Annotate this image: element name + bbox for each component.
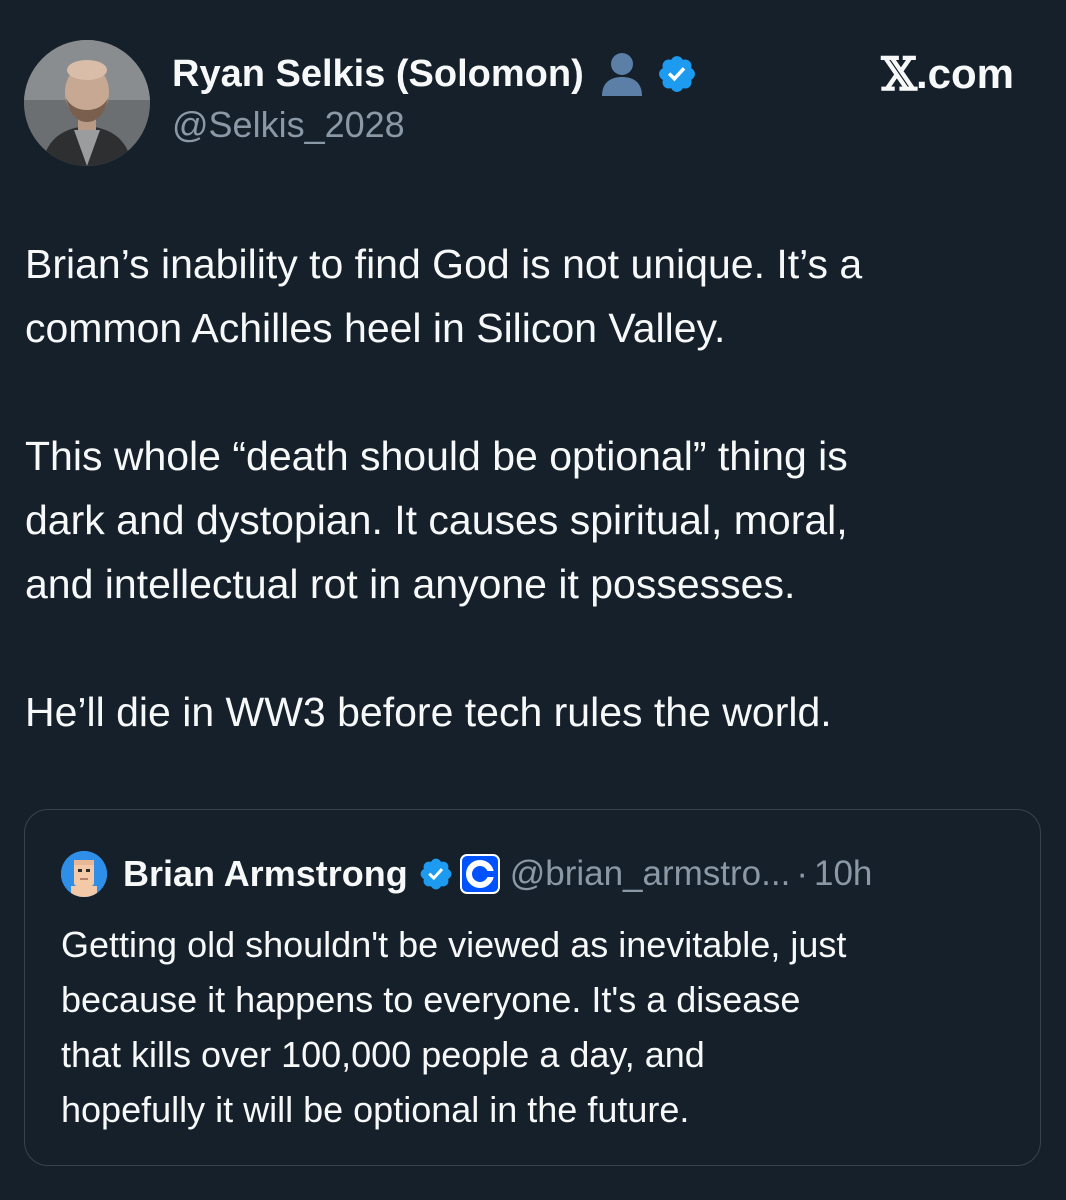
tweet-paragraph: He’ll die in WW3 before tech rules the w… (25, 680, 1035, 744)
quoted-author-name[interactable]: Brian Armstrong (123, 853, 408, 895)
bust-in-silhouette-icon (596, 48, 648, 100)
coinbase-logo-icon[interactable] (459, 854, 500, 894)
author-name-row: Ryan Selkis (Solomon) (172, 48, 698, 100)
author-handle[interactable]: @Selkis_2028 (172, 104, 405, 146)
quoted-tweet-card[interactable]: Brian Armstrong @brian_armstro... · 10h … (24, 809, 1041, 1166)
author-display-name[interactable]: Ryan Selkis (Solomon) (172, 53, 584, 96)
quoted-tweet-timestamp[interactable]: 10h (814, 854, 872, 894)
tweet-paragraph: This whole “death should be optional” th… (25, 424, 1035, 616)
dot-separator: · (796, 854, 808, 893)
author-avatar[interactable] (24, 40, 150, 166)
quoted-line: because it happens to everyone. It's a d… (61, 979, 801, 1020)
tweet-line: He’ll die in WW3 before tech rules the w… (25, 689, 832, 735)
quoted-author-handle[interactable]: @brian_armstro... (510, 854, 791, 894)
quoted-tweet-text: Getting old shouldn't be viewed as inevi… (61, 917, 1021, 1137)
x-logo-icon: 𝕏 (881, 47, 917, 101)
quoted-line: hopefully it will be optional in the fut… (61, 1089, 690, 1130)
verified-badge-icon[interactable] (656, 53, 698, 95)
tweet-line: This whole “death should be optional” th… (25, 433, 848, 479)
quoted-line: that kills over 100,000 people a day, an… (61, 1034, 705, 1075)
x-com-watermark: 𝕏 .com (881, 47, 1014, 101)
tweet-paragraph: Brian’s inability to find God is not uni… (25, 232, 1035, 360)
quoted-author-avatar[interactable] (61, 851, 107, 897)
tweet-line: Brian’s inability to find God is not uni… (25, 241, 863, 287)
tweet-line: dark and dystopian. It causes spiritual,… (25, 497, 848, 543)
verified-badge-icon[interactable] (418, 856, 454, 892)
quoted-tweet-header: Brian Armstrong @brian_armstro... · 10h (61, 850, 872, 898)
tweet-line: and intellectual rot in anyone it posses… (25, 561, 796, 607)
tweet-line: common Achilles heel in Silicon Valley. (25, 305, 726, 351)
tweet-text: Brian’s inability to find God is not uni… (25, 232, 1035, 744)
quoted-line: Getting old shouldn't be viewed as inevi… (61, 924, 847, 965)
brand-domain: .com (915, 50, 1014, 97)
